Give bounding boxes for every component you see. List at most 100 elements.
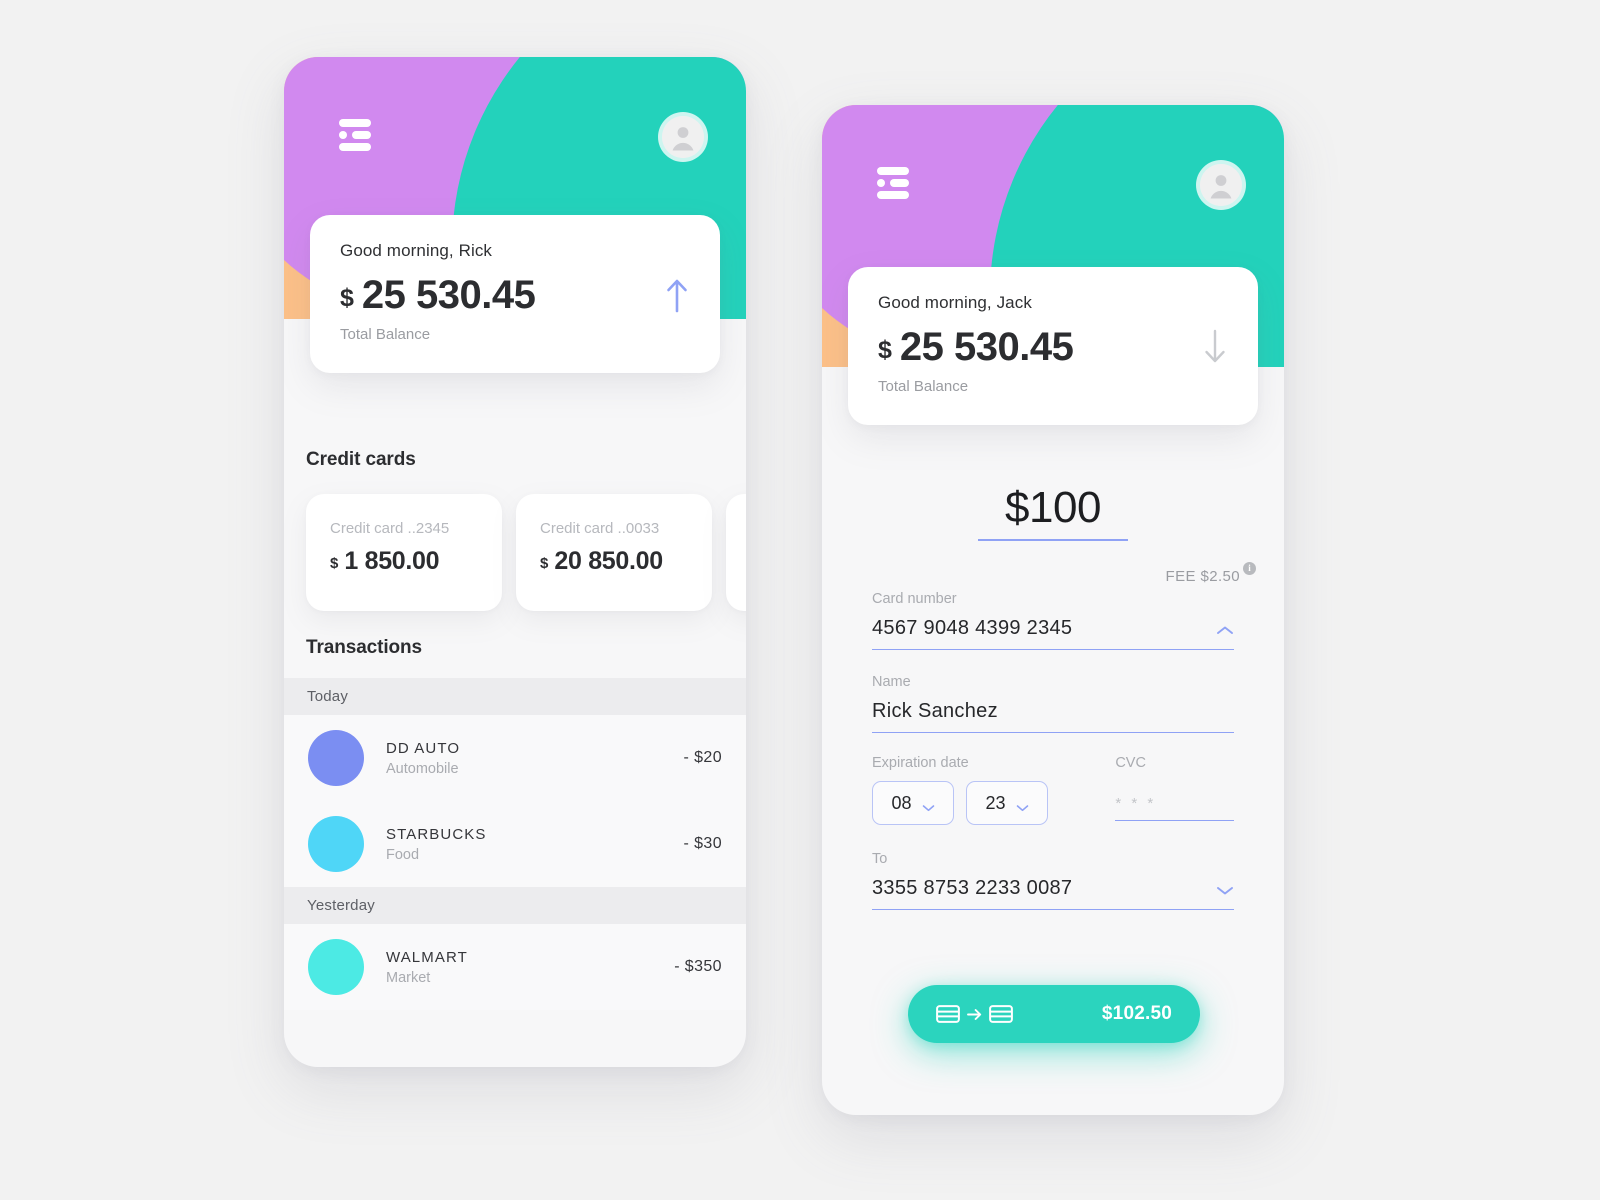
expiration-selects: 08 23 — [872, 781, 1115, 826]
recipient-label: To — [872, 851, 888, 868]
credit-card-icon — [936, 1005, 960, 1023]
menu-bar-middle — [890, 179, 909, 187]
transaction-merchant: WALMART — [386, 948, 468, 966]
transaction-category: Automobile — [386, 760, 459, 777]
expiration-field: Expiration date 08 23 — [872, 755, 1115, 826]
menu-bar-top — [877, 167, 909, 175]
fee-label: FEE $2.50 — [1165, 568, 1240, 586]
card-number-field: Card number 4567 9048 4399 2345 — [822, 591, 1284, 651]
transactions-heading: Transactions — [306, 637, 423, 658]
transaction-row[interactable]: STARBUCKS Food - $30 — [284, 801, 746, 887]
name-field: Name Rick Sanchez — [822, 674, 1284, 734]
chevron-up-icon[interactable] — [1216, 623, 1234, 635]
currency-symbol: $ — [330, 555, 339, 572]
menu-bar-top — [339, 119, 371, 127]
credit-card-tile[interactable]: Credit card ..0033 $ 20 850.00 — [516, 494, 712, 611]
card-number-label: Card number — [872, 591, 957, 608]
cvc-input[interactable]: * * * — [1115, 781, 1234, 822]
credit-card-amount: $ 20 850.00 — [540, 547, 712, 576]
expiration-year-value: 23 — [985, 792, 1006, 813]
balance-value: 25 530.45 — [361, 273, 536, 317]
transaction-row[interactable]: WALMART Market - $350 — [284, 924, 746, 1010]
currency-symbol: $ — [340, 284, 354, 312]
menu-bar-bottom — [339, 143, 371, 151]
credit-card-amount: $ 1 850.00 — [330, 547, 502, 576]
chevron-down-icon[interactable] — [1216, 883, 1234, 895]
credit-card-label: Credit card ..2345 — [330, 520, 450, 537]
transfer-icons — [936, 1005, 1013, 1023]
user-avatar-icon[interactable] — [1200, 164, 1242, 206]
recipient-field: To 3355 8753 2233 0087 — [822, 851, 1284, 911]
chevron-down-glyph — [922, 805, 934, 812]
merchant-avatar — [308, 730, 364, 786]
transaction-category: Market — [386, 969, 431, 986]
screenshot-canvas: Good morning, Rick $ 25 530.45 Total Bal… — [0, 0, 1600, 1200]
avatar-glyph — [662, 116, 704, 158]
expiration-month-value: 08 — [891, 792, 912, 813]
transaction-amount: - $20 — [683, 749, 722, 766]
menu-bar-middle-dot — [877, 179, 885, 187]
transfer-form: $100 FEE $2.50 i Card number 4567 9048 4… — [822, 483, 1284, 911]
top-nav-bar — [284, 57, 746, 232]
credit-card-value: 1 850.00 — [344, 547, 440, 575]
balance-amount: $ 25 530.45 — [340, 273, 536, 317]
arrow-up-icon — [664, 277, 690, 313]
card-number-value: 4567 9048 4399 2345 — [872, 617, 1073, 640]
currency-symbol: $ — [878, 336, 892, 364]
card-number-input[interactable]: 4567 9048 4399 2345 — [872, 617, 1234, 651]
greeting-text: Good morning, Rick — [340, 241, 493, 260]
transaction-merchant: DD AUTO — [386, 739, 461, 757]
transactions-list: Today DD AUTO Automobile - $20 STARBUCKS… — [284, 678, 746, 1067]
credit-card-value: 20 850.00 — [554, 547, 663, 575]
top-nav-bar — [822, 105, 1284, 280]
transactions-group: DD AUTO Automobile - $20 STARBUCKS Food … — [284, 715, 746, 887]
credit-cards-heading: Credit cards — [306, 449, 416, 470]
balance-row: $ 25 530.45 — [340, 275, 690, 315]
transaction-amount: - $30 — [683, 835, 722, 852]
phone-screen-transfer: Good morning, Jack $ 25 530.45 Total Bal… — [822, 105, 1284, 1115]
arrow-down-glyph — [1205, 329, 1225, 363]
avatar-glyph — [1200, 164, 1242, 206]
transfer-amount-input[interactable]: $100 — [978, 483, 1128, 542]
cvc-label: CVC — [1115, 755, 1146, 772]
name-value: Rick Sanchez — [872, 700, 998, 723]
user-avatar-icon[interactable] — [662, 116, 704, 158]
recipient-input[interactable]: 3355 8753 2233 0087 — [872, 877, 1234, 911]
transactions-day-header: Yesterday — [284, 887, 746, 924]
chevron-down-icon — [922, 799, 935, 812]
credit-card-tile[interactable]: Credit card ..2345 $ 1 850.00 — [306, 494, 502, 611]
chevron-up-glyph — [1217, 626, 1233, 635]
transactions-day-header: Today — [284, 678, 746, 715]
expiration-year-select[interactable]: 23 — [966, 781, 1048, 826]
arrow-up-glyph — [667, 279, 687, 313]
hamburger-menu-icon[interactable] — [873, 167, 913, 199]
total-balance-card: Good morning, Jack $ 25 530.45 Total Bal… — [848, 267, 1258, 425]
balance-value: 25 530.45 — [899, 325, 1074, 369]
greeting-text: Good morning, Jack — [878, 293, 1032, 312]
merchant-avatar — [308, 816, 364, 872]
submit-transfer-button[interactable]: $102.50 — [908, 985, 1200, 1043]
cvc-field: CVC * * * — [1115, 755, 1234, 825]
expiration-month-select[interactable]: 08 — [872, 781, 954, 826]
chevron-down-icon — [1016, 799, 1029, 812]
balance-amount: $ 25 530.45 — [878, 325, 1074, 369]
transaction-merchant: STARBUCKS — [386, 825, 487, 843]
submit-total-amount: $102.50 — [1101, 1003, 1172, 1024]
fee-row: FEE $2.50 i — [822, 541, 1284, 585]
name-input[interactable]: Rick Sanchez — [872, 700, 1234, 734]
transaction-amount: - $350 — [674, 958, 722, 975]
balance-label: Total Balance — [340, 326, 431, 343]
transfer-amount-value: $100 — [1005, 483, 1101, 532]
credit-cards-carousel[interactable]: Credit card ..2345 $ 1 850.00 Credit car… — [306, 494, 746, 614]
credit-card-label: Credit card ..0033 — [540, 520, 660, 537]
hamburger-menu-icon[interactable] — [335, 119, 375, 151]
menu-bar-middle-dot — [339, 131, 347, 139]
transaction-row[interactable]: DD AUTO Automobile - $20 — [284, 715, 746, 801]
transaction-info: DD AUTO Automobile — [386, 740, 684, 777]
transaction-info: WALMART Market — [386, 949, 674, 986]
info-icon[interactable]: i — [1243, 562, 1256, 576]
arrow-down-icon — [1202, 329, 1228, 365]
credit-card-icon — [989, 1005, 1013, 1023]
expiration-label: Expiration date — [872, 755, 969, 772]
credit-card-tile-partial[interactable] — [726, 494, 746, 611]
